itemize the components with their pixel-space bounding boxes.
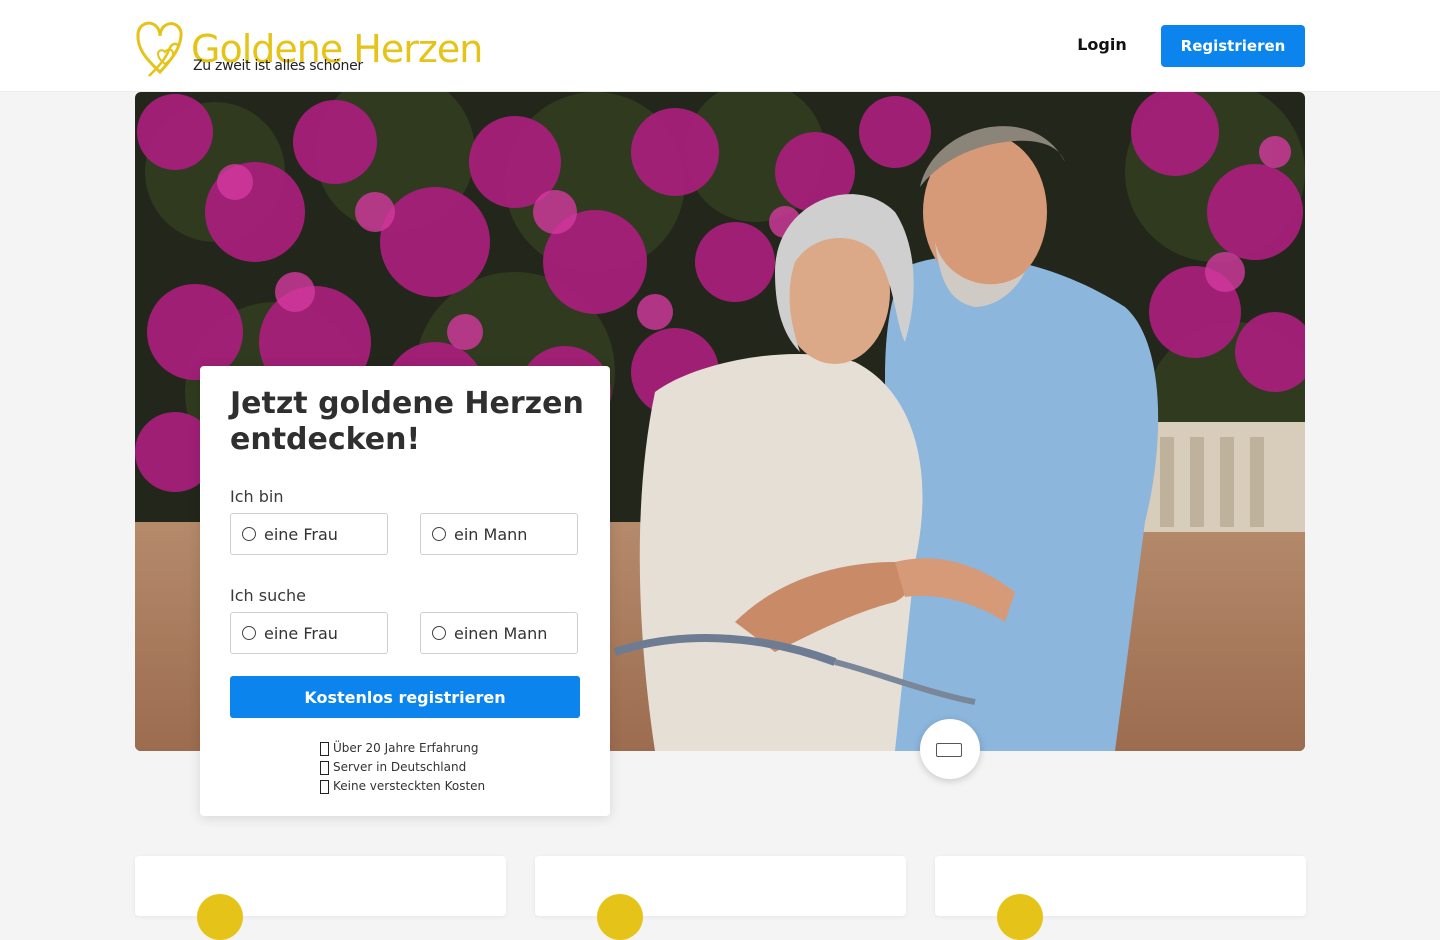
i-am-label: Ich bin xyxy=(230,487,284,506)
check-icon xyxy=(320,761,329,775)
feature-text: Über 20 Jahre Erfahrung xyxy=(333,741,479,755)
check-icon xyxy=(320,742,329,756)
brand-tagline: Zu zweit ist alles schöner xyxy=(193,58,363,74)
info-card xyxy=(935,856,1306,940)
chat-icon xyxy=(936,743,962,757)
check-icon xyxy=(320,780,329,794)
option-label: eine Frau xyxy=(264,525,338,544)
feature-text: Keine versteckten Kosten xyxy=(333,779,486,793)
radio-circle-icon[interactable] xyxy=(432,626,446,640)
site-header: Goldene Herzen Zu zweit ist alles schöne… xyxy=(0,0,1440,92)
i-am-woman-option[interactable]: eine Frau xyxy=(230,513,388,555)
feature-text: Server in Deutschland xyxy=(333,760,467,774)
seeking-label: Ich suche xyxy=(230,586,306,605)
signup-card: Jetzt goldene Herzen entdecken! Ich bin … xyxy=(200,366,610,816)
feature-item: Server in Deutschland xyxy=(318,759,578,778)
option-label: einen Mann xyxy=(454,624,548,643)
radio-circle-icon[interactable] xyxy=(242,626,256,640)
signup-title: Jetzt goldene Herzen entdecken! xyxy=(230,386,584,457)
gold-badge-icon xyxy=(597,894,643,940)
register-free-button[interactable]: Kostenlos registrieren xyxy=(230,676,580,718)
feature-item: Über 20 Jahre Erfahrung xyxy=(318,740,578,759)
chat-button[interactable] xyxy=(920,719,980,779)
feature-item: Keine versteckten Kosten xyxy=(318,778,578,797)
seeking-woman-option[interactable]: eine Frau xyxy=(230,612,388,654)
login-link[interactable]: Login xyxy=(1070,32,1134,58)
info-card xyxy=(535,856,906,940)
option-label: eine Frau xyxy=(264,624,338,643)
gold-badge-icon xyxy=(997,894,1043,940)
brand-logo[interactable]: Goldene Herzen Zu zweit ist alles schöne… xyxy=(135,14,535,78)
radio-circle-icon[interactable] xyxy=(432,527,446,541)
info-card xyxy=(135,856,506,940)
i-am-man-option[interactable]: ein Mann xyxy=(420,513,578,555)
gold-badge-icon xyxy=(197,894,243,940)
option-label: ein Mann xyxy=(454,525,528,544)
seeking-man-option[interactable]: einen Mann xyxy=(420,612,578,654)
heart-logo-icon xyxy=(136,21,183,77)
feature-list: Über 20 Jahre Erfahrung Server in Deutsc… xyxy=(318,740,578,797)
register-button[interactable]: Registrieren xyxy=(1161,25,1305,67)
radio-circle-icon[interactable] xyxy=(242,527,256,541)
